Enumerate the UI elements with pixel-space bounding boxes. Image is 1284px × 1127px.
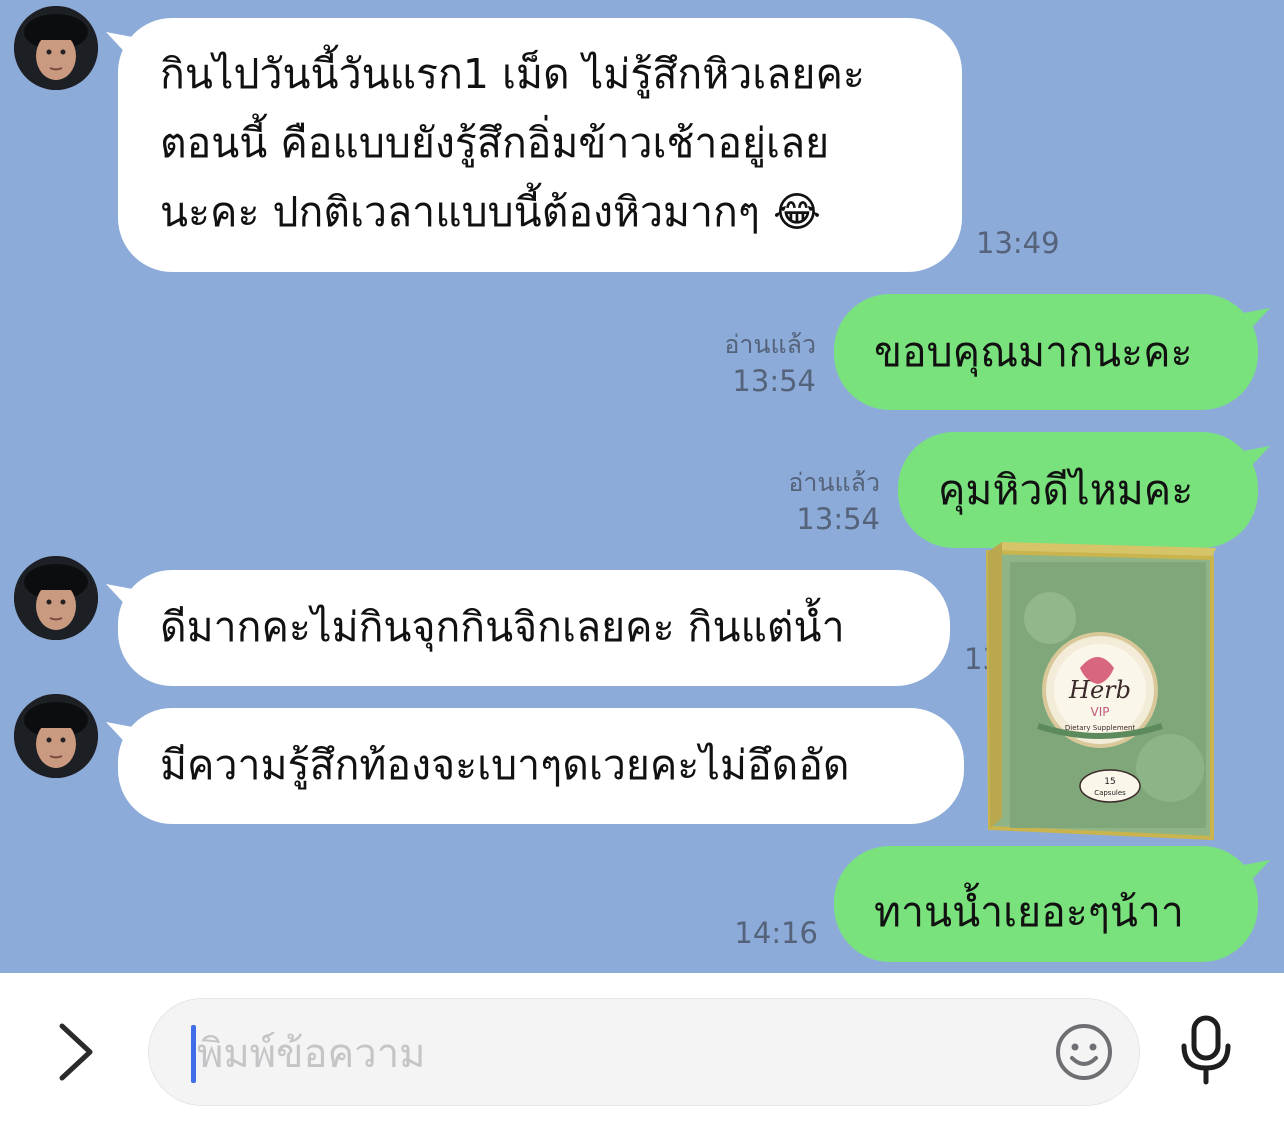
message-bubble-incoming[interactable]: กินไปวันนี้วันแรก1 เม็ด ไม่รู้สึกหิวเลยค…: [118, 18, 962, 272]
contact-avatar[interactable]: [14, 694, 98, 778]
contact-avatar[interactable]: [14, 556, 98, 640]
read-receipt: อ่านแล้ว: [788, 468, 880, 497]
smiley-icon[interactable]: [1052, 1020, 1116, 1084]
message-time: 13:54: [732, 364, 816, 398]
message-bubble-outgoing[interactable]: ขอบคุณมากนะคะ: [834, 294, 1258, 410]
product-box-image[interactable]: Herb VIP Dietary Supplement 15 Capsules: [980, 538, 1220, 856]
sticker-count: 15: [1104, 777, 1115, 787]
message-text: คุมหิวดีไหมคะ: [938, 466, 1194, 514]
message-text: มีความรู้สึกท้องจะเบาๆดเวยคะไม่อึดอัด: [160, 741, 850, 789]
sticker-unit: Capsules: [1094, 789, 1126, 797]
contact-avatar[interactable]: [14, 6, 98, 90]
message-meta: 14:16: [700, 914, 818, 952]
message-bubble-incoming[interactable]: มีความรู้สึกท้องจะเบาๆดเวยคะไม่อึดอัด: [118, 708, 964, 824]
message-time: 13:54: [796, 502, 880, 536]
sticker-line: VIP: [1091, 705, 1110, 719]
message-bubble-outgoing[interactable]: ทานน้ำเยอะๆน้าา: [834, 846, 1258, 962]
message-time: 14:16: [734, 916, 818, 950]
message-meta: อ่านแล้ว 13:54: [700, 328, 816, 400]
message-input-placeholder: พิมพ์ข้อความ: [197, 1031, 426, 1077]
message-text: ทานน้ำเยอะๆน้าา: [874, 888, 1184, 936]
text-caret: [191, 1025, 196, 1083]
chevron-right-icon[interactable]: [46, 1018, 104, 1086]
message-line: นะคะ ปกติเวลาแบบนี้ต้องหิวมากๆ 😂: [160, 188, 821, 236]
message-time: 13:49: [976, 226, 1060, 260]
chat-area: กินไปวันนี้วันแรก1 เม็ด ไม่รู้สึกหิวเลยค…: [0, 0, 1284, 973]
message-bubble-incoming[interactable]: ดีมากคะไม่กินจุกกินจิกเลยคะ กินแต่น้ำ: [118, 570, 950, 686]
message-input[interactable]: พิมพ์ข้อความ: [148, 998, 1140, 1106]
read-receipt: อ่านแล้ว: [724, 330, 816, 359]
message-meta: อ่านแล้ว 13:54: [764, 466, 880, 538]
sticker-brand: Herb: [1068, 676, 1131, 704]
message-text: ขอบคุณมากนะคะ: [874, 328, 1193, 376]
microphone-icon[interactable]: [1176, 1014, 1236, 1086]
message-meta: 13:49: [976, 224, 1060, 262]
message-bubble-outgoing[interactable]: คุมหิวดีไหมคะ: [898, 432, 1258, 548]
message-line: กินไปวันนี้วันแรก1 เม็ด ไม่รู้สึกหิวเลยค…: [160, 50, 865, 98]
sticker-caption: Dietary Supplement: [1065, 724, 1136, 732]
message-text: ดีมากคะไม่กินจุกกินจิกเลยคะ กินแต่น้ำ: [160, 603, 845, 651]
message-line: ตอนนี้ คือแบบยังรู้สึกอิ่มข้าวเช้าอยู่เล…: [160, 119, 830, 167]
